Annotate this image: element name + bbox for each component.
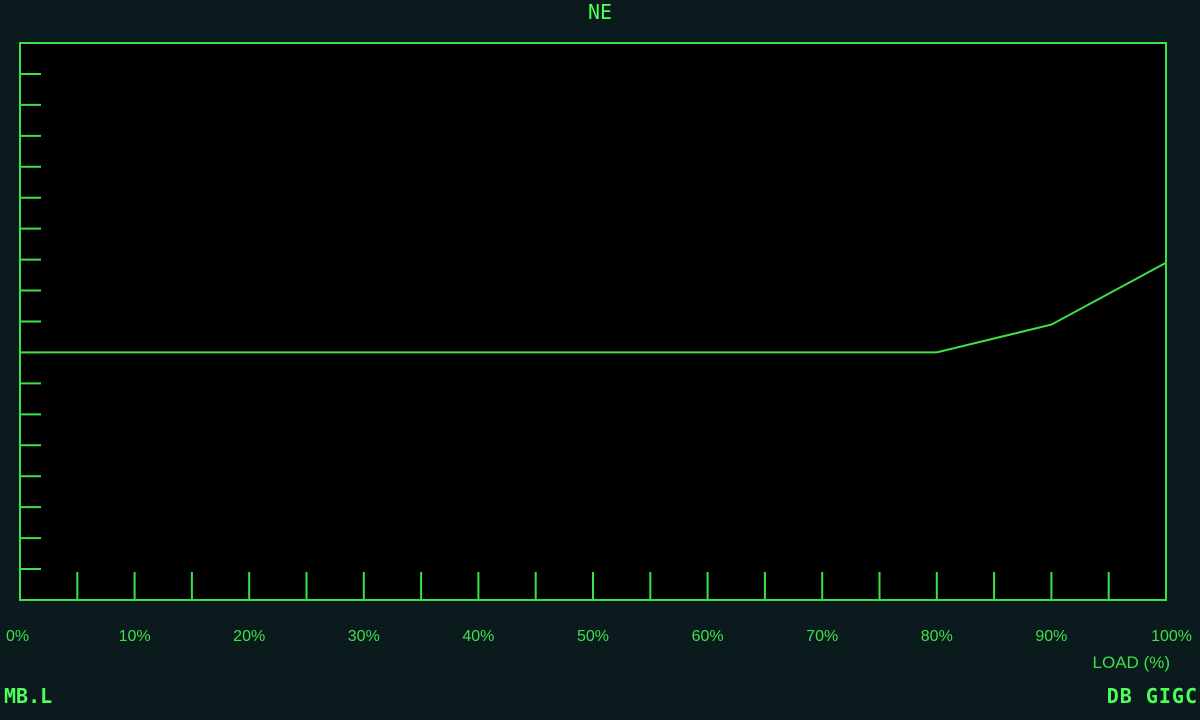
x-tick-label: 40% (462, 628, 494, 645)
x-axis-tick-labels: 0% 10% 20% 30% 40% 50% 60% 70% 80% 90% 100% (6, 628, 1192, 645)
x-tick-label: 20% (233, 628, 265, 645)
plot-area (19, 42, 1167, 601)
footer-left-text: MB.L (4, 684, 53, 708)
x-tick-label: 90% (1035, 628, 1067, 645)
x-tick-label: 50% (577, 628, 609, 645)
chart-svg: 0% 10% 20% 30% 40% 50% 60% 70% 80% 90% 100% (6, 42, 1192, 645)
x-axis-label: LOAD (%) (1092, 653, 1170, 672)
x-tick-label: 30% (348, 628, 380, 645)
footer-right-text: DB GIGC (1106, 684, 1198, 708)
x-tick-label: 80% (921, 628, 953, 645)
x-tick-label: 60% (692, 628, 724, 645)
x-tick-label: 0% (6, 628, 29, 645)
x-tick-label: 100% (1151, 628, 1192, 645)
x-tick-label: 70% (806, 628, 838, 645)
x-tick-label: 10% (119, 628, 151, 645)
